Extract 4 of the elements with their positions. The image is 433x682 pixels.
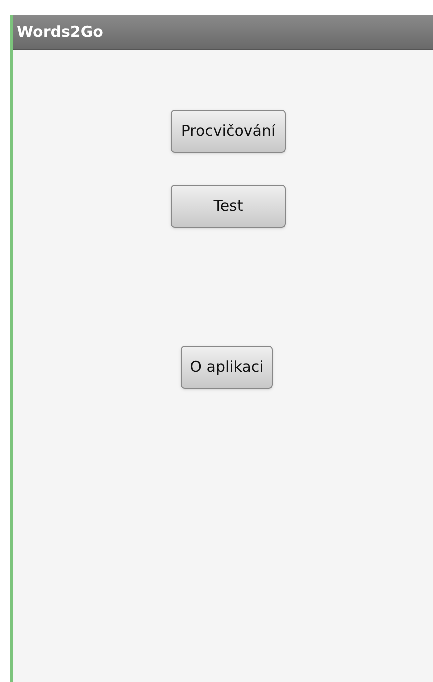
about-button[interactable]: O aplikaci bbox=[181, 346, 273, 389]
practice-button[interactable]: Procvičování bbox=[171, 110, 286, 153]
title-bar: Words2Go bbox=[13, 15, 433, 50]
test-button[interactable]: Test bbox=[171, 185, 286, 228]
